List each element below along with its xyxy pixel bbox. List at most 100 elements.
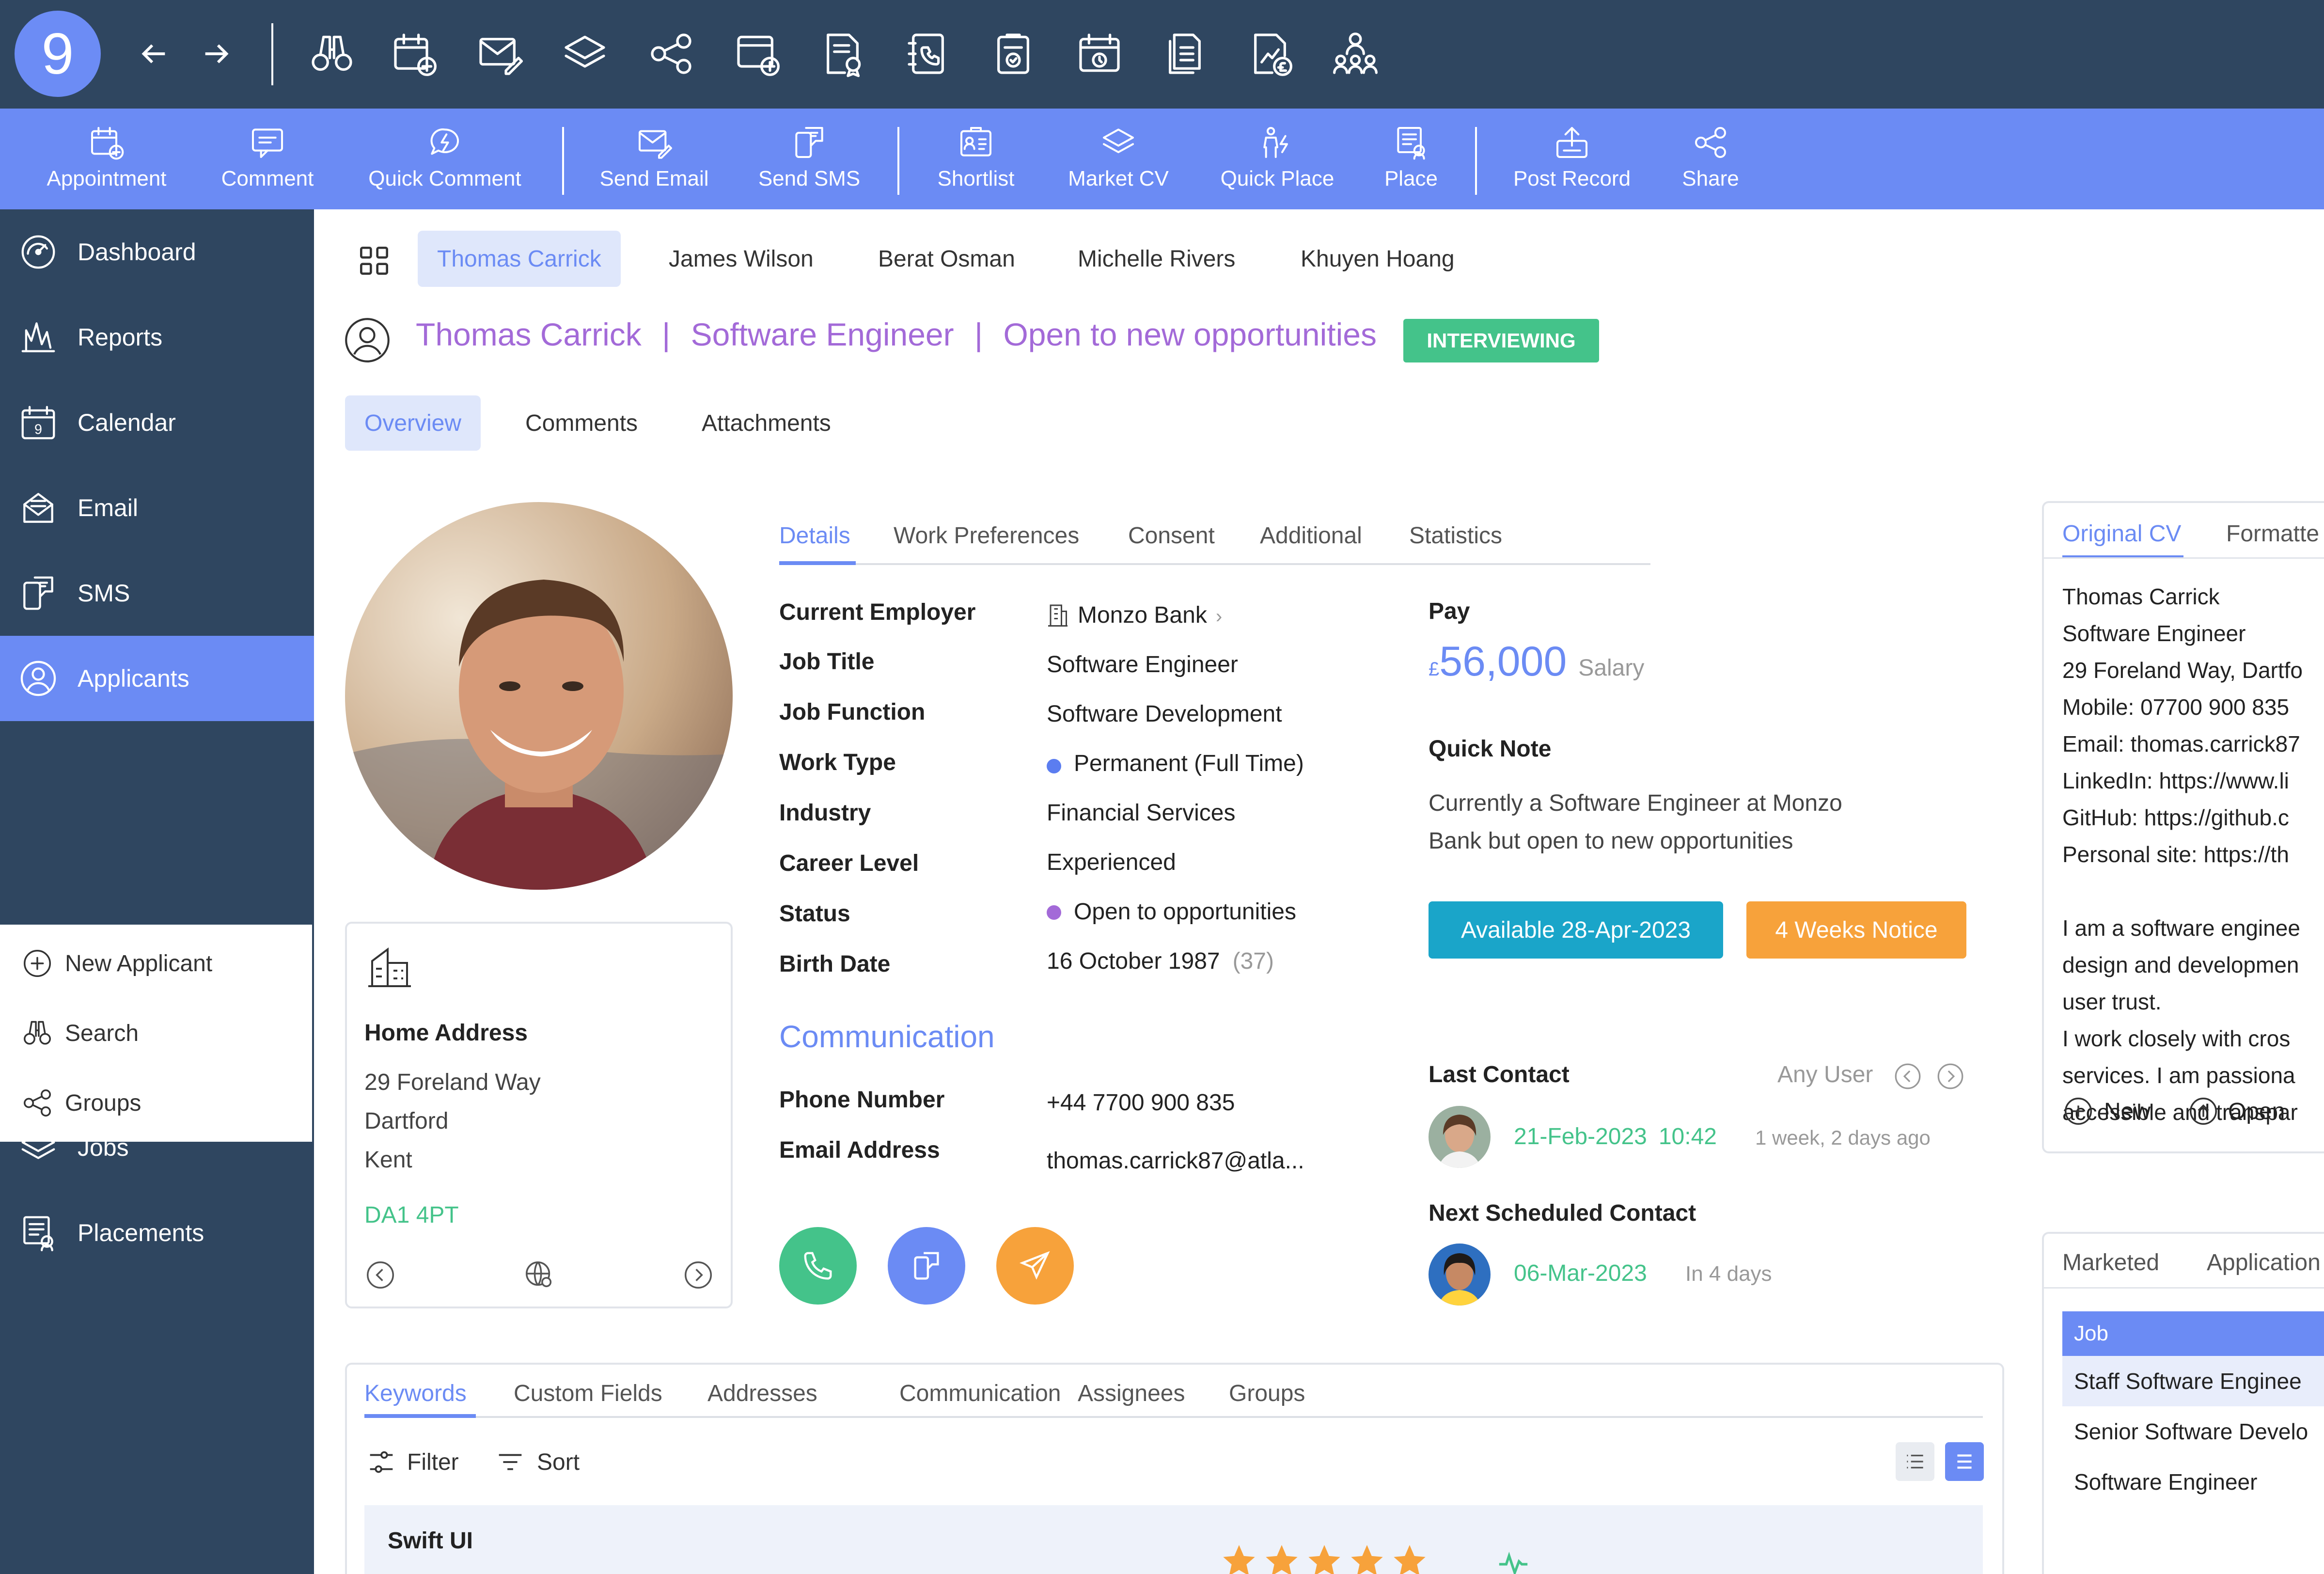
record-tab-michelle-rivers[interactable]: Michelle Rivers — [1058, 231, 1255, 287]
tab-details[interactable]: Details — [779, 522, 850, 549]
grid-view-icon[interactable] — [355, 241, 393, 280]
table-row[interactable]: Software Engineer — [2062, 1457, 2324, 1507]
filter-button[interactable]: Filter — [407, 1449, 459, 1476]
action-quick-comment-button[interactable]: Quick Comment — [348, 123, 542, 205]
tab-attachments[interactable]: Attachments — [682, 395, 850, 451]
documents-icon[interactable] — [1158, 27, 1211, 80]
tab-overview[interactable]: Overview — [345, 395, 481, 451]
record-tab-james-wilson[interactable]: James Wilson — [649, 231, 833, 287]
forward-arrow-icon[interactable] — [190, 27, 243, 80]
tab-applications[interactable]: Application — [2207, 1249, 2321, 1276]
tab-additional[interactable]: Additional — [1260, 522, 1362, 549]
current-employer-link[interactable]: Monzo Bank › — [1078, 602, 1222, 629]
star-icon[interactable] — [1222, 1544, 1256, 1574]
tab-statistics[interactable]: Statistics — [1409, 522, 1502, 549]
tab-marketed[interactable]: Marketed — [2062, 1249, 2159, 1276]
keywords-section: Keywords Custom Fields Addresses Communicat… — [345, 1363, 2004, 1574]
cv-line: user trust. — [2062, 989, 2162, 1014]
tab-custom-fields[interactable]: Custom Fields — [514, 1380, 662, 1407]
detail-view-toggle[interactable] — [1945, 1442, 1984, 1481]
shortlist-icon — [957, 123, 995, 162]
star-icon[interactable] — [1265, 1544, 1299, 1574]
chevron-left-circle-icon[interactable] — [363, 1258, 397, 1292]
chevron-right-circle-icon[interactable] — [681, 1258, 715, 1292]
sidebar-item-reports[interactable]: Reports — [0, 295, 314, 380]
invoice-pound-icon[interactable] — [1243, 27, 1297, 80]
list-view-toggle[interactable] — [1896, 1442, 1934, 1481]
calendar-add-icon[interactable] — [388, 27, 441, 80]
globe-pin-icon[interactable] — [522, 1258, 556, 1292]
upload-circle-icon[interactable] — [2186, 1094, 2220, 1128]
app-logo[interactable]: 9 — [15, 11, 101, 97]
toolbar-divider — [271, 23, 273, 85]
placements-icon — [17, 1212, 59, 1254]
table-row[interactable]: Staff Software Enginee — [2062, 1356, 2324, 1406]
org-chart-icon[interactable] — [1329, 27, 1382, 80]
record-tab-khuyen-hoang[interactable]: Khuyen Hoang — [1281, 231, 1474, 287]
sidebar-item-dashboard[interactable]: Dashboard — [0, 209, 314, 295]
record-tab-berat-osman[interactable]: Berat Osman — [859, 231, 1035, 287]
tab-work-preferences[interactable]: Work Preferences — [894, 522, 1079, 549]
submenu-item-new-applicant[interactable]: New Applicant — [0, 929, 310, 998]
tab-consent[interactable]: Consent — [1128, 522, 1215, 549]
calendar-clock-icon[interactable] — [1073, 27, 1126, 80]
sidebar-item-sms[interactable]: SMS — [0, 551, 314, 636]
submenu-item-groups[interactable]: Groups — [0, 1068, 310, 1138]
sms-button[interactable] — [888, 1227, 965, 1305]
status-dot — [1047, 905, 1061, 920]
layers-icon[interactable] — [558, 27, 612, 80]
quick-comment-icon — [425, 123, 464, 162]
table-row[interactable]: Senior Software Develo — [2062, 1406, 2324, 1457]
tab-comments[interactable]: Comments — [506, 395, 657, 451]
submenu-item-search[interactable]: Search — [0, 998, 310, 1068]
sidebar-item-calendar[interactable]: 9 Calendar — [0, 380, 314, 465]
email-edit-icon[interactable] — [473, 27, 526, 80]
keyword-name: Swift UI — [388, 1528, 473, 1554]
cv-line: services. I am passiona — [2062, 1063, 2295, 1088]
action-share-button[interactable]: Share — [1614, 123, 1807, 205]
tab-keywords[interactable]: Keywords — [364, 1380, 467, 1407]
action-send-sms-button[interactable]: Send SMS — [712, 123, 906, 205]
record-tab-thomas-carrick[interactable]: Thomas Carrick — [418, 231, 621, 287]
chevron-left-circle-icon[interactable] — [1892, 1060, 1924, 1092]
available-date-button[interactable]: Available 28-Apr-2023 — [1429, 901, 1723, 959]
send-email-button[interactable] — [996, 1227, 1074, 1305]
star-icon[interactable] — [1350, 1544, 1384, 1574]
window-add-icon[interactable] — [731, 27, 784, 80]
filter-icon[interactable] — [364, 1445, 398, 1479]
star-icon[interactable] — [1307, 1544, 1341, 1574]
sidebar-item-placements[interactable]: Placements — [0, 1190, 314, 1275]
reports-icon — [17, 316, 59, 358]
chevron-right-circle-icon[interactable] — [1934, 1060, 1966, 1092]
share-network-icon[interactable] — [644, 27, 698, 80]
tab-communication[interactable]: Communication — [899, 1380, 1061, 1407]
notice-period-button[interactable]: 4 Weeks Notice — [1746, 901, 1966, 959]
clipboard-check-icon[interactable] — [987, 27, 1040, 80]
tab-formatted-cv[interactable]: Formatte — [2226, 520, 2319, 547]
phone-book-icon[interactable] — [901, 27, 955, 80]
sort-button[interactable]: Sort — [537, 1449, 580, 1476]
sidebar-item-email[interactable]: Email — [0, 465, 314, 551]
star-icon[interactable] — [1393, 1544, 1427, 1574]
document-certificate-icon[interactable] — [816, 27, 869, 80]
binoculars-icon[interactable] — [305, 27, 359, 80]
back-arrow-icon[interactable] — [127, 27, 180, 80]
sidebar-item-applicants[interactable]: Applicants — [0, 636, 314, 721]
cv-open-button[interactable]: Open — [2228, 1098, 2285, 1125]
cv-new-button[interactable]: New — [2104, 1098, 2151, 1125]
sms-icon — [790, 123, 829, 162]
binoculars-icon — [20, 1016, 54, 1050]
call-button[interactable] — [779, 1227, 857, 1305]
submenu-item-label: New Applicant — [65, 950, 213, 976]
tab-original-cv[interactable]: Original CV — [2062, 520, 2181, 547]
tab-groups[interactable]: Groups — [1229, 1380, 1305, 1407]
action-comment-button[interactable]: Comment — [171, 123, 364, 205]
value-phone[interactable]: +44 7700 900 835 — [1047, 1089, 1235, 1116]
user-filter[interactable]: Any User — [1777, 1061, 1873, 1088]
plus-circle-icon[interactable] — [2061, 1094, 2095, 1128]
tab-assignees[interactable]: Assignees — [1078, 1380, 1185, 1407]
tab-addresses[interactable]: Addresses — [707, 1380, 817, 1407]
value-email[interactable]: thomas.carrick87@atla... — [1047, 1148, 1304, 1174]
keyword-row[interactable]: Swift UI — [364, 1505, 1983, 1574]
sort-icon[interactable] — [493, 1445, 527, 1479]
